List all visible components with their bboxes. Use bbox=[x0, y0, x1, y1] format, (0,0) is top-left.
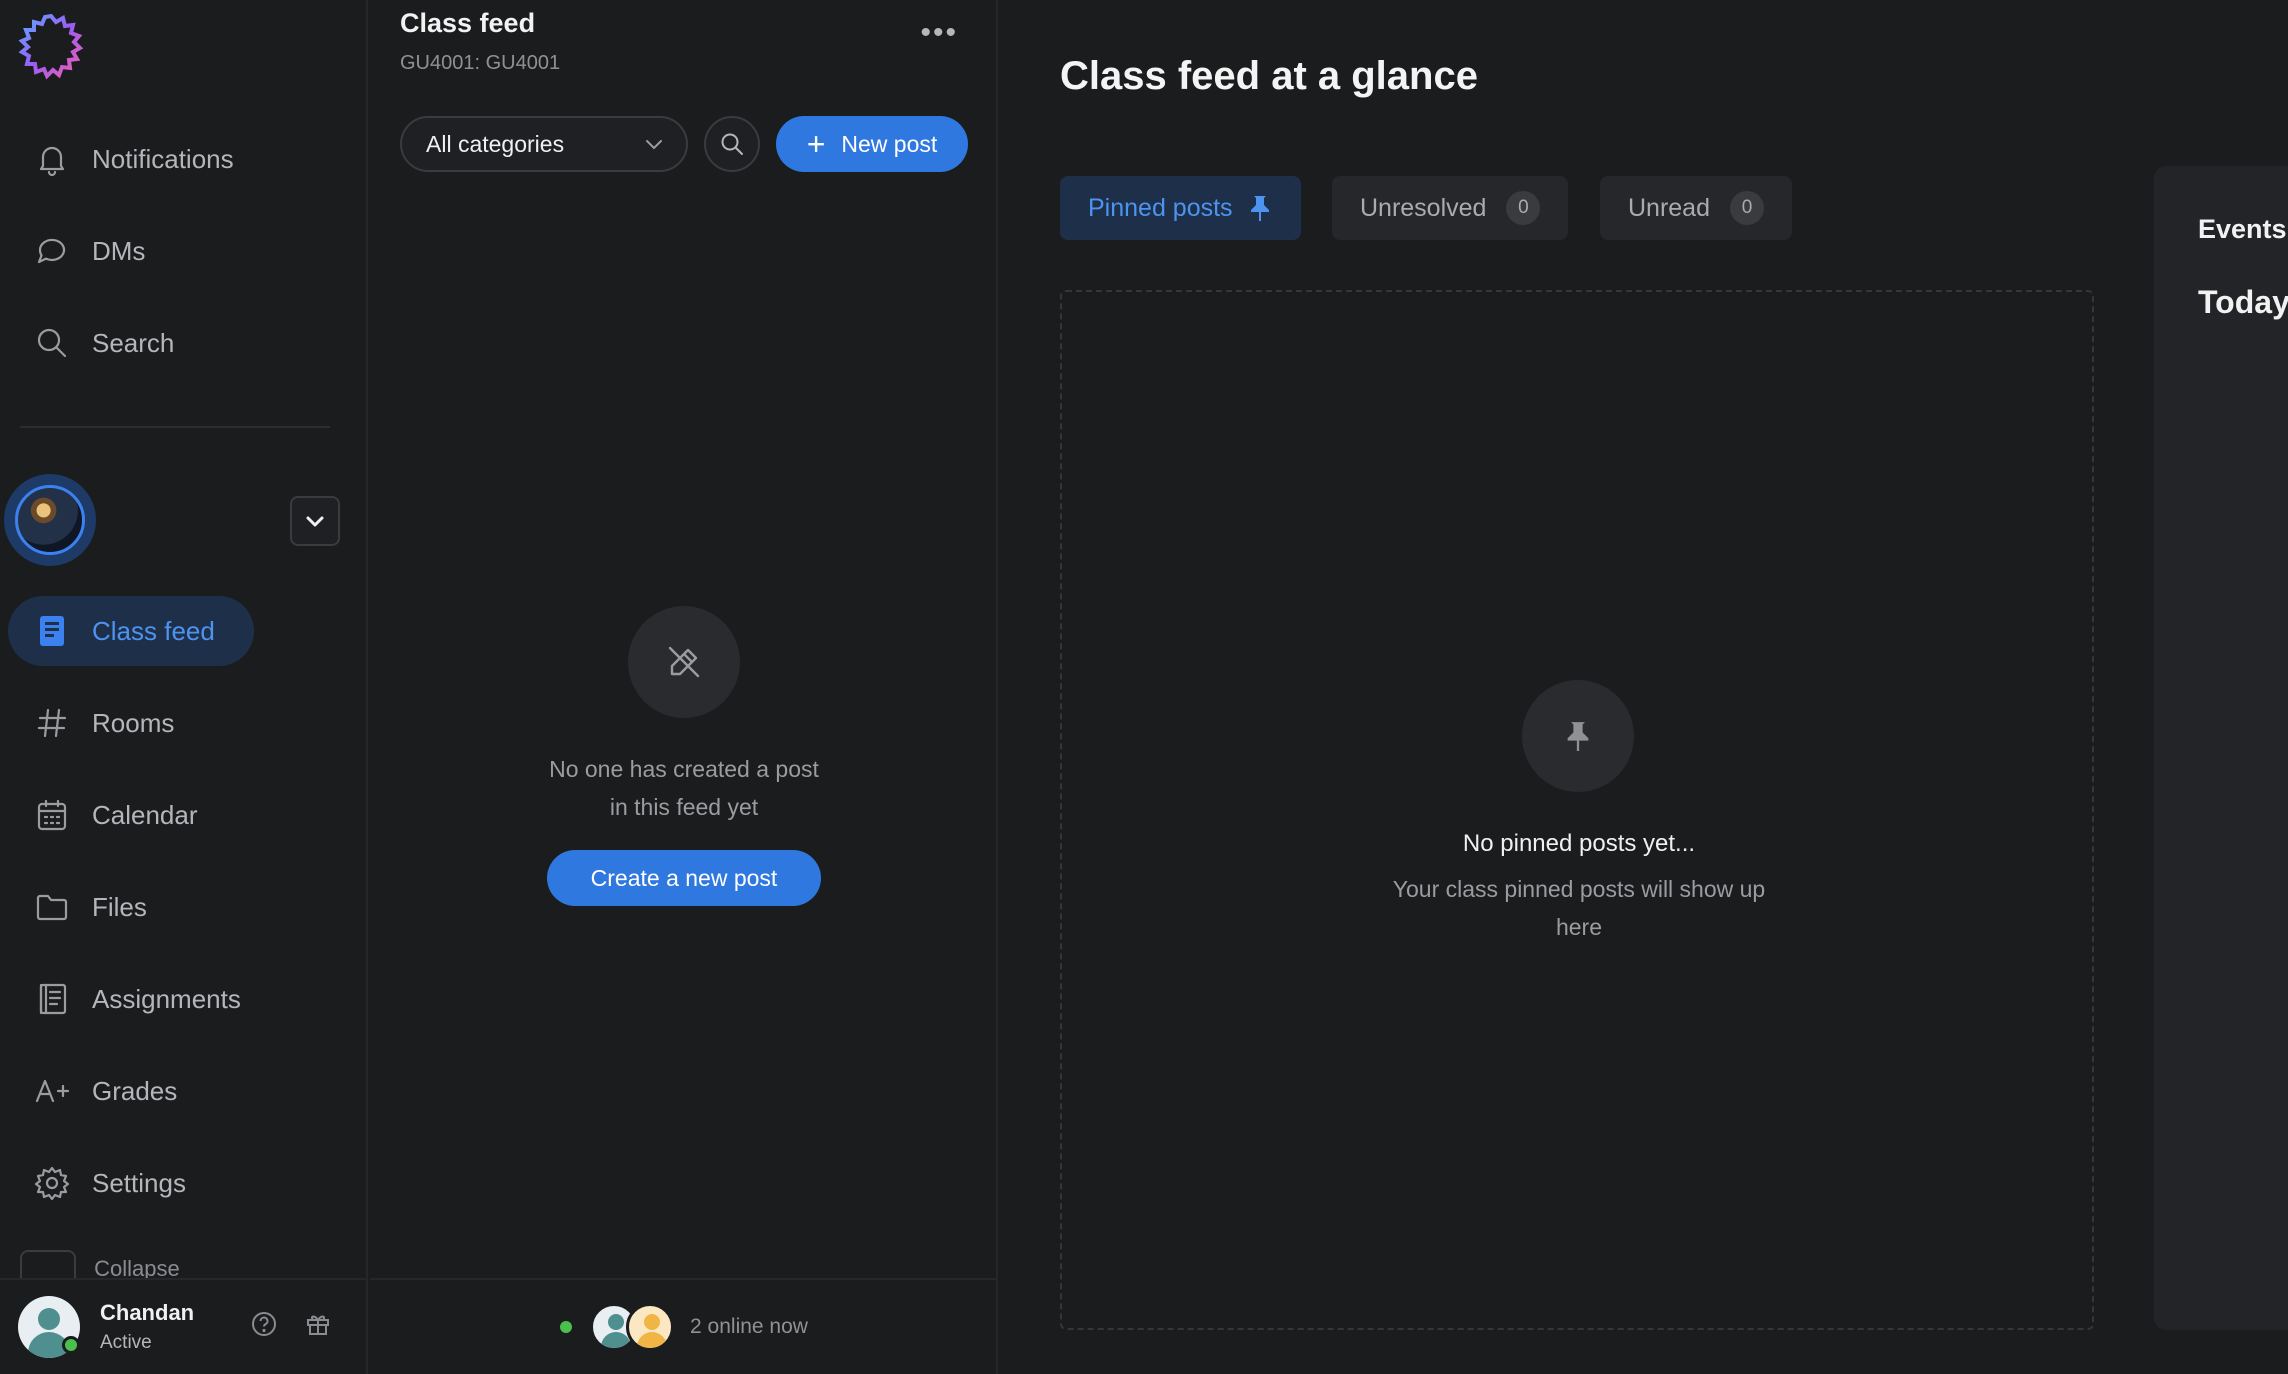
feed-icon bbox=[32, 611, 72, 651]
gift-icon[interactable] bbox=[304, 1310, 332, 1338]
tab-count-badge: 0 bbox=[1730, 191, 1764, 225]
chat-bubble-icon bbox=[32, 231, 72, 271]
overview-panel: Class feed at a glance Pinned posts Unre… bbox=[1000, 0, 2288, 1374]
category-select-value: All categories bbox=[426, 130, 565, 157]
sidebar-item-assignments[interactable]: Assignments bbox=[8, 964, 241, 1034]
sidebar-item-settings[interactable]: Settings bbox=[8, 1148, 186, 1218]
sidebar-item-search[interactable]: Search bbox=[8, 308, 174, 378]
class-avatar[interactable] bbox=[4, 474, 96, 566]
tab-label: Unresolved bbox=[1360, 193, 1487, 222]
new-post-label: New post bbox=[841, 130, 938, 157]
plus-icon: + bbox=[806, 125, 826, 162]
tab-label: Unread bbox=[1628, 193, 1710, 222]
sidebar-item-label: Notifications bbox=[92, 143, 234, 174]
pin-icon bbox=[1250, 196, 1269, 221]
user-bar: Chandan Active bbox=[0, 1278, 366, 1374]
search-icon bbox=[721, 133, 743, 155]
today-heading: Today bbox=[2198, 284, 2288, 320]
help-icon[interactable] bbox=[250, 1310, 278, 1338]
bell-icon bbox=[32, 139, 72, 179]
user-info: Chandan Active bbox=[100, 1300, 194, 1354]
online-status-dot bbox=[62, 1336, 80, 1354]
tab-label: Pinned posts bbox=[1088, 193, 1233, 222]
app-root: Notifications DMs Search Class feed Room… bbox=[0, 0, 2288, 1374]
app-logo-icon[interactable] bbox=[16, 12, 86, 82]
sidebar-item-rooms[interactable]: Rooms bbox=[8, 688, 174, 758]
empty-feed-line-1: No one has created a post bbox=[549, 756, 819, 782]
tab-unresolved[interactable]: Unresolved 0 bbox=[1332, 176, 1569, 240]
empty-feed-line-2: in this feed yet bbox=[609, 794, 759, 820]
folder-icon bbox=[32, 887, 72, 927]
grades-icon bbox=[32, 1071, 72, 1111]
create-post-label: Create a new post bbox=[590, 864, 778, 891]
user-name: Chandan bbox=[100, 1300, 195, 1325]
pinned-empty-subtitle: Your class pinned posts will show up her… bbox=[1392, 876, 1766, 940]
sidebar-item-calendar[interactable]: Calendar bbox=[8, 780, 198, 850]
user-status: Active bbox=[100, 1332, 152, 1353]
online-count: 2 online now bbox=[690, 1315, 808, 1338]
search-icon bbox=[32, 323, 72, 363]
sidebar-item-label: DMs bbox=[92, 235, 146, 266]
tab-count-badge: 0 bbox=[1506, 191, 1541, 225]
avatar[interactable] bbox=[626, 1303, 675, 1351]
sidebar-item-label: Rooms bbox=[92, 707, 175, 738]
calendar-icon bbox=[32, 795, 72, 835]
feed-subtitle: GU4001: GU4001 bbox=[400, 52, 561, 74]
sidebar-item-grades[interactable]: Grades bbox=[8, 1056, 177, 1126]
create-post-button[interactable]: Create a new post bbox=[547, 850, 821, 906]
online-bar: 2 online now bbox=[370, 1278, 998, 1374]
sidebar-item-label: Calendar bbox=[92, 799, 198, 830]
sidebar-item-notifications[interactable]: Notifications bbox=[8, 124, 234, 194]
feed-title: Class feed bbox=[400, 8, 536, 38]
class-switcher-button[interactable] bbox=[290, 496, 340, 546]
sidebar: Notifications DMs Search Class feed Room… bbox=[0, 0, 368, 1374]
sidebar-item-label: Files bbox=[92, 891, 147, 922]
sidebar-item-dms[interactable]: DMs bbox=[8, 216, 145, 286]
pinned-empty-title: No pinned posts yet... bbox=[1462, 830, 1696, 857]
empty-feed-message: No one has created a post in this feed y… bbox=[370, 750, 998, 826]
sidebar-item-label: Assignments bbox=[92, 983, 241, 1014]
sidebar-item-label: Search bbox=[92, 327, 175, 358]
pinned-posts-area: No pinned posts yet... Your class pinned… bbox=[1060, 290, 2094, 1330]
sidebar-item-label: Grades bbox=[92, 1075, 178, 1106]
gear-icon bbox=[32, 1163, 72, 1203]
sidebar-item-label: Class feed bbox=[92, 615, 215, 646]
feed-panel: Class feed GU4001: GU4001 ••• All catego… bbox=[370, 0, 998, 1374]
events-panel: Events Today bbox=[2154, 166, 2288, 1330]
tab-pinned-posts[interactable]: Pinned posts bbox=[1060, 176, 1301, 240]
sidebar-item-class-feed[interactable]: Class feed bbox=[8, 596, 254, 666]
events-title: Events bbox=[2198, 214, 2287, 244]
hash-icon bbox=[32, 703, 72, 743]
assignments-icon bbox=[32, 979, 72, 1019]
chevron-down-icon bbox=[306, 516, 324, 527]
user-actions bbox=[250, 1310, 332, 1338]
no-posts-icon bbox=[628, 606, 740, 718]
online-indicator bbox=[560, 1321, 573, 1333]
new-post-button[interactable]: + New post bbox=[776, 116, 968, 172]
page-title: Class feed at a glance bbox=[1060, 54, 1478, 98]
sidebar-divider bbox=[20, 426, 330, 428]
pin-icon bbox=[1522, 680, 1634, 792]
category-select[interactable]: All categories bbox=[400, 116, 688, 172]
sidebar-item-files[interactable]: Files bbox=[8, 872, 147, 942]
feed-search-button[interactable] bbox=[704, 116, 760, 172]
more-options-icon[interactable]: ••• bbox=[920, 16, 958, 50]
sidebar-item-label: Settings bbox=[92, 1167, 186, 1198]
tab-unread[interactable]: Unread 0 bbox=[1600, 176, 1792, 240]
chevron-down-icon bbox=[646, 140, 662, 150]
